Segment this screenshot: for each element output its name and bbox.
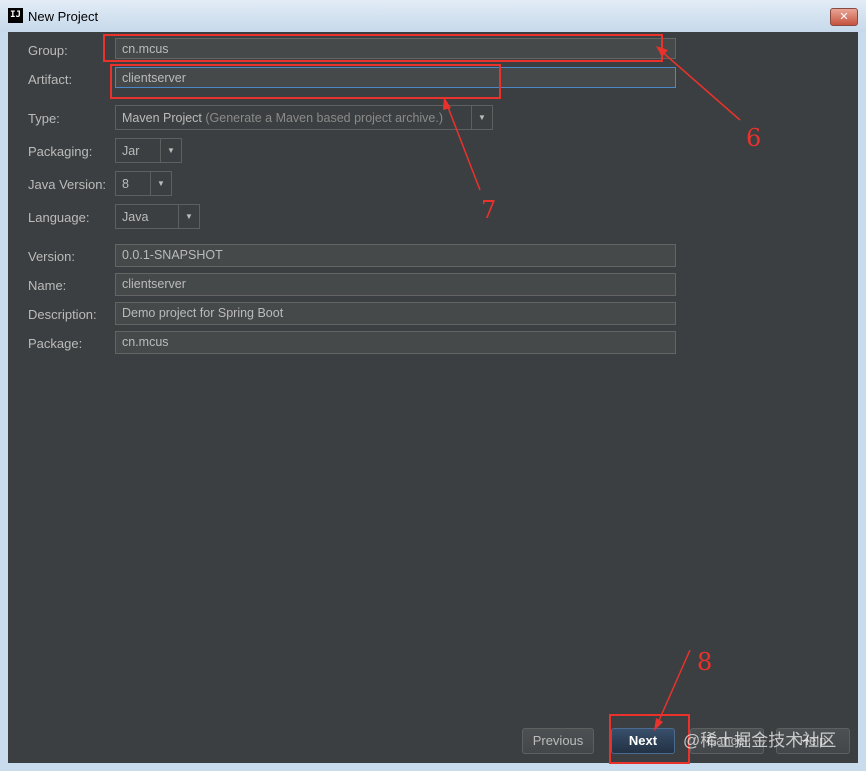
annotation-arrows xyxy=(443,46,741,731)
new-project-dialog: IJ New Project ✕ Group: cn.mcus Artifact… xyxy=(0,0,866,771)
annotation-number-6: 6 xyxy=(746,124,762,152)
watermark: @稀土掘金技术社区 xyxy=(683,731,837,750)
annotation-number-7: 7 xyxy=(481,196,497,224)
annotation-number-8: 8 xyxy=(697,648,713,676)
